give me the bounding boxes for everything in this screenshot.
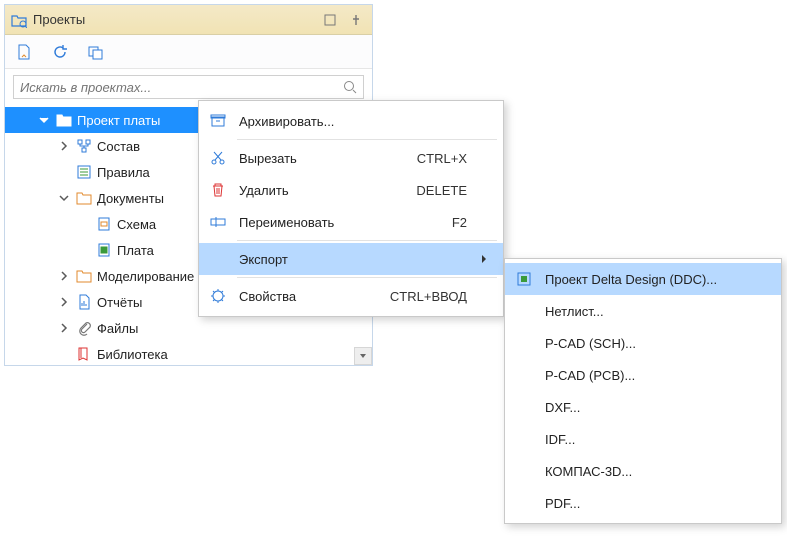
menu-item-label: Переименовать bbox=[239, 215, 440, 230]
collapse-icon[interactable] bbox=[87, 43, 105, 61]
props-icon bbox=[209, 287, 227, 305]
submenu-item-label: Проект Delta Design (DDC)... bbox=[545, 272, 767, 287]
submenu-item-label: IDF... bbox=[545, 432, 767, 447]
panel-header: Проекты bbox=[5, 5, 372, 35]
folder-board bbox=[55, 111, 73, 129]
expand-arrow-icon[interactable] bbox=[37, 115, 51, 125]
trash-icon bbox=[209, 181, 227, 199]
pin-icon[interactable] bbox=[346, 14, 366, 26]
search-icon[interactable] bbox=[342, 79, 358, 95]
library-icon bbox=[75, 345, 93, 363]
expand-arrow-icon[interactable] bbox=[57, 141, 71, 151]
submenu-item[interactable]: Проект Delta Design (DDC)... bbox=[505, 263, 781, 295]
clip-icon bbox=[75, 319, 93, 337]
submenu-arrow-icon bbox=[479, 254, 489, 264]
tree-item[interactable]: Файлы bbox=[5, 315, 372, 341]
menu-item[interactable]: Переименовать F2 bbox=[199, 206, 503, 238]
submenu-item[interactable]: Нетлист... bbox=[505, 295, 781, 327]
submenu-item[interactable]: IDF... bbox=[505, 423, 781, 455]
maximize-icon[interactable] bbox=[320, 14, 340, 26]
panel-toolbar bbox=[5, 35, 372, 69]
submenu-item-label: Нетлист... bbox=[545, 304, 767, 319]
blank-icon bbox=[515, 366, 533, 384]
tree-item-label: Правила bbox=[97, 165, 150, 180]
tree-item-label: Файлы bbox=[97, 321, 138, 336]
menu-item-shortcut: CTRL+X bbox=[417, 151, 467, 166]
submenu-item-label: КОМПАС-3D... bbox=[545, 464, 767, 479]
refresh-icon[interactable] bbox=[51, 43, 69, 61]
submenu-item-label: P-CAD (PCB)... bbox=[545, 368, 767, 383]
submenu-item-label: P-CAD (SCH)... bbox=[545, 336, 767, 351]
menu-item-label: Экспорт bbox=[239, 252, 455, 267]
new-doc-icon[interactable] bbox=[15, 43, 33, 61]
menu-item[interactable]: Удалить DELETE bbox=[199, 174, 503, 206]
menu-separator bbox=[237, 240, 497, 241]
schem-icon bbox=[95, 215, 113, 233]
tree-item-label: Плата bbox=[117, 243, 154, 258]
search-box bbox=[13, 75, 364, 99]
expand-arrow-icon[interactable] bbox=[57, 271, 71, 281]
rename-icon bbox=[209, 213, 227, 231]
cut-icon bbox=[209, 149, 227, 167]
submenu-item[interactable]: P-CAD (PCB)... bbox=[505, 359, 781, 391]
submenu-item[interactable]: P-CAD (SCH)... bbox=[505, 327, 781, 359]
menu-item-label: Свойства bbox=[239, 289, 378, 304]
projects-folder-icon bbox=[11, 12, 27, 28]
menu-item-label: Удалить bbox=[239, 183, 404, 198]
blank-icon bbox=[515, 462, 533, 480]
tree-item[interactable]: Библиотека bbox=[5, 341, 372, 367]
expand-arrow-icon[interactable] bbox=[57, 297, 71, 307]
panel-title: Проекты bbox=[33, 12, 314, 27]
blank-icon bbox=[515, 494, 533, 512]
tree-item-label: Состав bbox=[97, 139, 140, 154]
submenu-item-label: DXF... bbox=[545, 400, 767, 415]
menu-item[interactable]: Архивировать... bbox=[199, 105, 503, 137]
folder-icon bbox=[75, 267, 93, 285]
tree-icon bbox=[75, 137, 93, 155]
tree-item-label: Схема bbox=[117, 217, 156, 232]
tree-item-label: Моделирование bbox=[97, 269, 194, 284]
search-input[interactable] bbox=[13, 75, 364, 99]
blank-icon bbox=[515, 302, 533, 320]
menu-separator bbox=[237, 139, 497, 140]
menu-item[interactable]: Вырезать CTRL+X bbox=[199, 142, 503, 174]
folder-icon bbox=[75, 189, 93, 207]
board-icon bbox=[95, 241, 113, 259]
menu-item-shortcut: DELETE bbox=[416, 183, 467, 198]
blank-icon bbox=[515, 334, 533, 352]
menu-item-shortcut: F2 bbox=[452, 215, 467, 230]
report-icon bbox=[75, 293, 93, 311]
submenu-item-label: PDF... bbox=[545, 496, 767, 511]
submenu-item[interactable]: КОМПАС-3D... bbox=[505, 455, 781, 487]
rules-icon bbox=[75, 163, 93, 181]
tree-item-label: Документы bbox=[97, 191, 164, 206]
menu-item-label: Вырезать bbox=[239, 151, 405, 166]
blank-icon bbox=[515, 398, 533, 416]
menu-item-label: Архивировать... bbox=[239, 114, 455, 129]
menu-separator bbox=[237, 277, 497, 278]
context-menu: Архивировать... Вырезать CTRL+X Удалить DELE… bbox=[198, 100, 504, 317]
menu-item-shortcut: CTRL+ВВОД bbox=[390, 289, 467, 304]
export-submenu: Проект Delta Design (DDC)... Нетлист... P-… bbox=[504, 258, 782, 524]
submenu-item[interactable]: PDF... bbox=[505, 487, 781, 519]
menu-item[interactable]: Экспорт bbox=[199, 243, 503, 275]
ddc-icon bbox=[515, 270, 533, 288]
expand-arrow-icon[interactable] bbox=[57, 323, 71, 333]
scroll-down-button[interactable] bbox=[354, 347, 372, 365]
submenu-item[interactable]: DXF... bbox=[505, 391, 781, 423]
tree-item-label: Библиотека bbox=[97, 347, 168, 362]
tree-item-label: Отчёты bbox=[97, 295, 142, 310]
tree-item-label: Проект платы bbox=[77, 113, 160, 128]
blank-icon bbox=[515, 430, 533, 448]
expand-arrow-icon[interactable] bbox=[57, 193, 71, 203]
menu-item[interactable]: Свойства CTRL+ВВОД bbox=[199, 280, 503, 312]
archive-icon bbox=[209, 112, 227, 130]
blank-icon bbox=[209, 250, 227, 268]
